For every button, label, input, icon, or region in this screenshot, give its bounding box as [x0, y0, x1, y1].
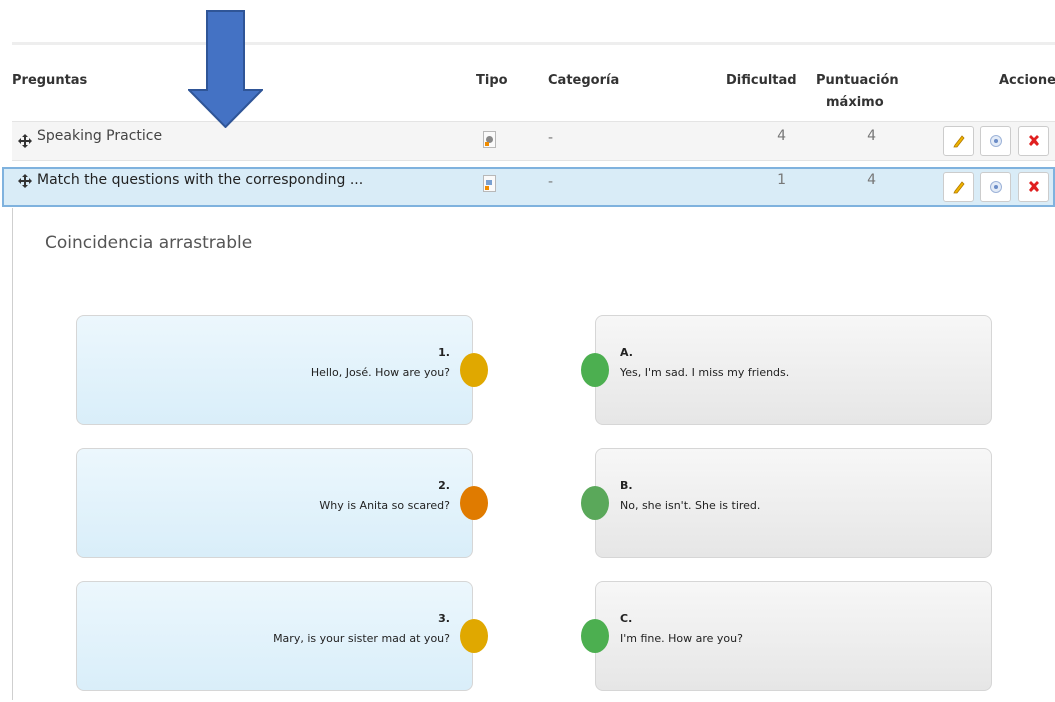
- match-answer-card[interactable]: A. Yes, I'm sad. I miss my friends.: [595, 315, 992, 425]
- pencil-icon: [952, 135, 965, 148]
- category-value: -: [548, 174, 554, 190]
- max-score-value: 4: [867, 128, 876, 144]
- move-icon[interactable]: [18, 134, 32, 148]
- delete-button[interactable]: [1018, 126, 1049, 156]
- match-answer-text: I'm fine. How are you?: [620, 632, 743, 645]
- match-answer-card[interactable]: B. No, she isn't. She is tired.: [595, 448, 992, 558]
- table-row[interactable]: Speaking Practice - 4 4: [12, 121, 1055, 161]
- header-actions: Acciones: [999, 73, 1055, 88]
- match-question-card[interactable]: 1. Hello, José. How are you?: [76, 315, 473, 425]
- pencil-icon: [952, 181, 965, 194]
- header-questions: Preguntas: [12, 73, 88, 88]
- match-answer-card[interactable]: C. I'm fine. How are you?: [595, 581, 992, 691]
- difficulty-value: 1: [777, 172, 786, 188]
- match-answer-letter: A.: [620, 346, 633, 359]
- category-value: -: [548, 130, 554, 146]
- delete-button[interactable]: [1018, 172, 1049, 202]
- match-question-card[interactable]: 3. Mary, is your sister mad at you?: [76, 581, 473, 691]
- move-icon[interactable]: [18, 174, 32, 188]
- table-row-selected[interactable]: Match the questions with the correspondi…: [2, 167, 1055, 207]
- match-answer-letter: C.: [620, 612, 633, 625]
- match-question-number: 2.: [438, 479, 450, 492]
- detail-divider: [12, 208, 13, 700]
- match-answer-text: Yes, I'm sad. I miss my friends.: [620, 366, 790, 379]
- match-answer-text: No, she isn't. She is tired.: [620, 499, 761, 512]
- preview-button[interactable]: [980, 126, 1011, 156]
- question-type-icon: [483, 131, 496, 148]
- preview-button[interactable]: [980, 172, 1011, 202]
- delete-icon: [1028, 135, 1039, 146]
- preview-icon: [989, 135, 1002, 147]
- preview-icon: [989, 181, 1002, 193]
- edit-button[interactable]: [943, 172, 974, 202]
- match-question-text: Why is Anita so scared?: [319, 499, 450, 512]
- answer-connector-b[interactable]: [581, 486, 609, 520]
- question-type-icon: [483, 175, 496, 192]
- match-question-card[interactable]: 2. Why is Anita so scared?: [76, 448, 473, 558]
- header-max-score-line2: máximo: [826, 95, 884, 110]
- match-question-text: Mary, is your sister mad at you?: [273, 632, 450, 645]
- question-connector-3[interactable]: [460, 619, 488, 653]
- delete-icon: [1028, 181, 1039, 192]
- question-connector-1[interactable]: [460, 353, 488, 387]
- arrow-down-icon: [188, 10, 263, 128]
- match-question-number: 3.: [438, 612, 450, 625]
- header-type: Tipo: [476, 73, 508, 88]
- answer-connector-c[interactable]: [581, 619, 609, 653]
- header-max-score: Puntuación máximo: [816, 70, 899, 114]
- question-type-label: Coincidencia arrastrable: [45, 233, 253, 253]
- match-question-number: 1.: [438, 346, 450, 359]
- max-score-value: 4: [867, 172, 876, 188]
- header-category: Categoría: [548, 73, 620, 88]
- edit-button[interactable]: [943, 126, 974, 156]
- header-max-score-line1: Puntuación: [816, 73, 899, 88]
- difficulty-value: 4: [777, 128, 786, 144]
- question-connector-2[interactable]: [460, 486, 488, 520]
- match-answer-letter: B.: [620, 479, 633, 492]
- match-question-text: Hello, José. How are you?: [310, 366, 450, 379]
- header-difficulty: Dificultad: [726, 73, 797, 88]
- question-title[interactable]: Speaking Practice: [37, 128, 162, 144]
- answer-connector-a[interactable]: [581, 353, 609, 387]
- top-divider: [12, 42, 1055, 45]
- question-title[interactable]: Match the questions with the correspondi…: [37, 172, 363, 188]
